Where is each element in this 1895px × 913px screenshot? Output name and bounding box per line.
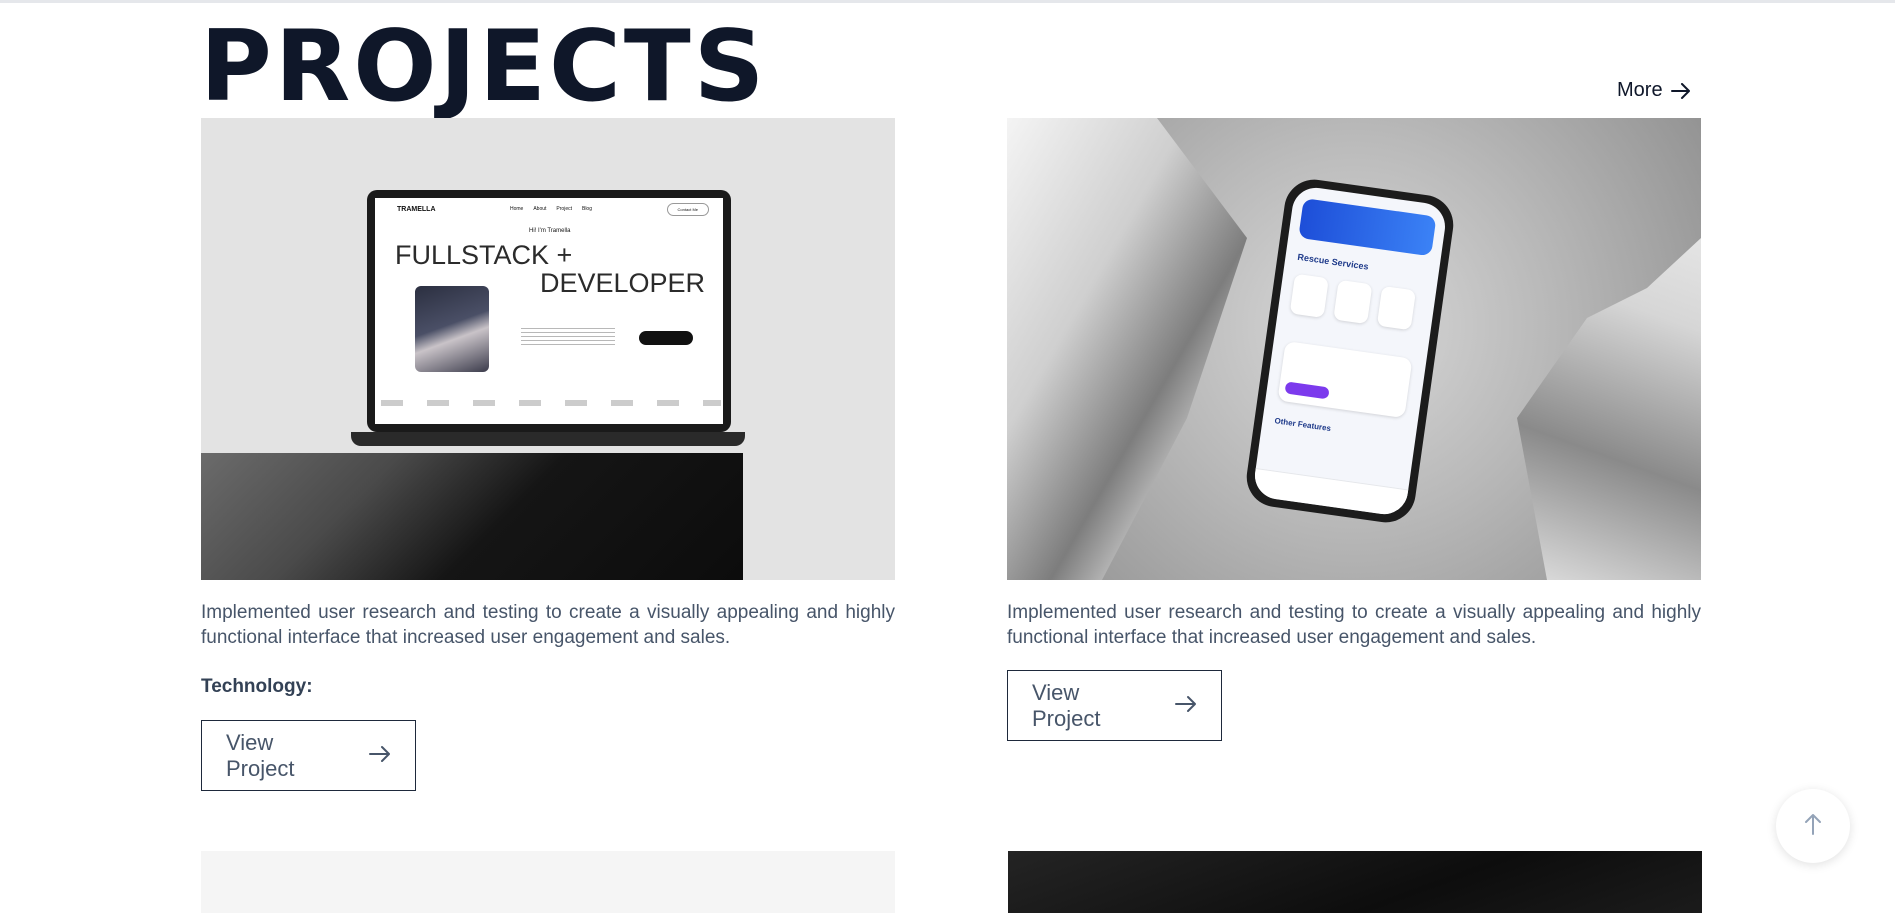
section-title: PROJECTS: [200, 10, 768, 124]
view-project-label: View Project: [226, 729, 295, 781]
rock-graphic: [1517, 238, 1701, 580]
mockup-greeting: Hi! I'm Tramella: [529, 228, 571, 234]
phone-mockup: Rescue Services Other Features: [1242, 175, 1458, 527]
mockup-logo: TRAMELLA: [397, 206, 436, 213]
more-label: More: [1617, 79, 1663, 101]
mockup-headline-2: DEVELOPER: [540, 268, 706, 298]
project-card: TRAMELLA Home About Project Blog Contact…: [201, 118, 895, 791]
mockup-partner-card: [1277, 340, 1413, 419]
project-image: Rescue Services Other Features: [1007, 118, 1701, 580]
view-project-label: View Project: [1032, 679, 1101, 731]
mockup-nav: Home About Project Blog: [510, 206, 592, 212]
project-description: Implemented user research and testing to…: [1007, 602, 1701, 648]
project-card: Rescue Services Other Features Implement…: [1007, 118, 1701, 741]
mockup-location-card: [1298, 198, 1437, 257]
more-link[interactable]: More: [1617, 79, 1691, 102]
view-project-button[interactable]: View Project: [201, 720, 416, 791]
arrow-right-icon: [369, 743, 391, 769]
arrow-up-icon: [1804, 813, 1822, 840]
view-project-button[interactable]: View Project: [1007, 670, 1222, 741]
laptop-base: [351, 432, 745, 446]
arrow-right-icon: [1670, 82, 1691, 99]
mockup-headline-1: FULLSTACK +: [395, 240, 573, 270]
project-image: [1008, 851, 1702, 913]
back-to-top-button[interactable]: [1776, 789, 1850, 863]
arrow-right-icon: [1175, 693, 1197, 719]
mockup-other-title: Other Features: [1273, 416, 1332, 434]
project-description: Implemented user research and testing to…: [201, 602, 895, 648]
mockup-avatar: [415, 286, 489, 372]
mockup-button: [639, 331, 693, 345]
top-divider: [0, 0, 1895, 3]
mockup-contact: Contact Me: [666, 203, 709, 216]
mockup-paragraph: [521, 328, 615, 348]
rock-graphic: [1007, 118, 1247, 580]
mockup-service-icons: [1289, 273, 1417, 331]
laptop-mockup: TRAMELLA Home About Project Blog Contact…: [367, 190, 731, 432]
project-image: [201, 851, 895, 913]
mockup-tab-bar: [1251, 468, 1409, 518]
pedestal-graphic: [201, 453, 743, 580]
technology-label: Technology:: [201, 676, 313, 697]
mockup-logo-strip: [381, 400, 721, 406]
mockup-services-title: Rescue Services: [1296, 251, 1370, 272]
project-image: TRAMELLA Home About Project Blog Contact…: [201, 118, 895, 580]
